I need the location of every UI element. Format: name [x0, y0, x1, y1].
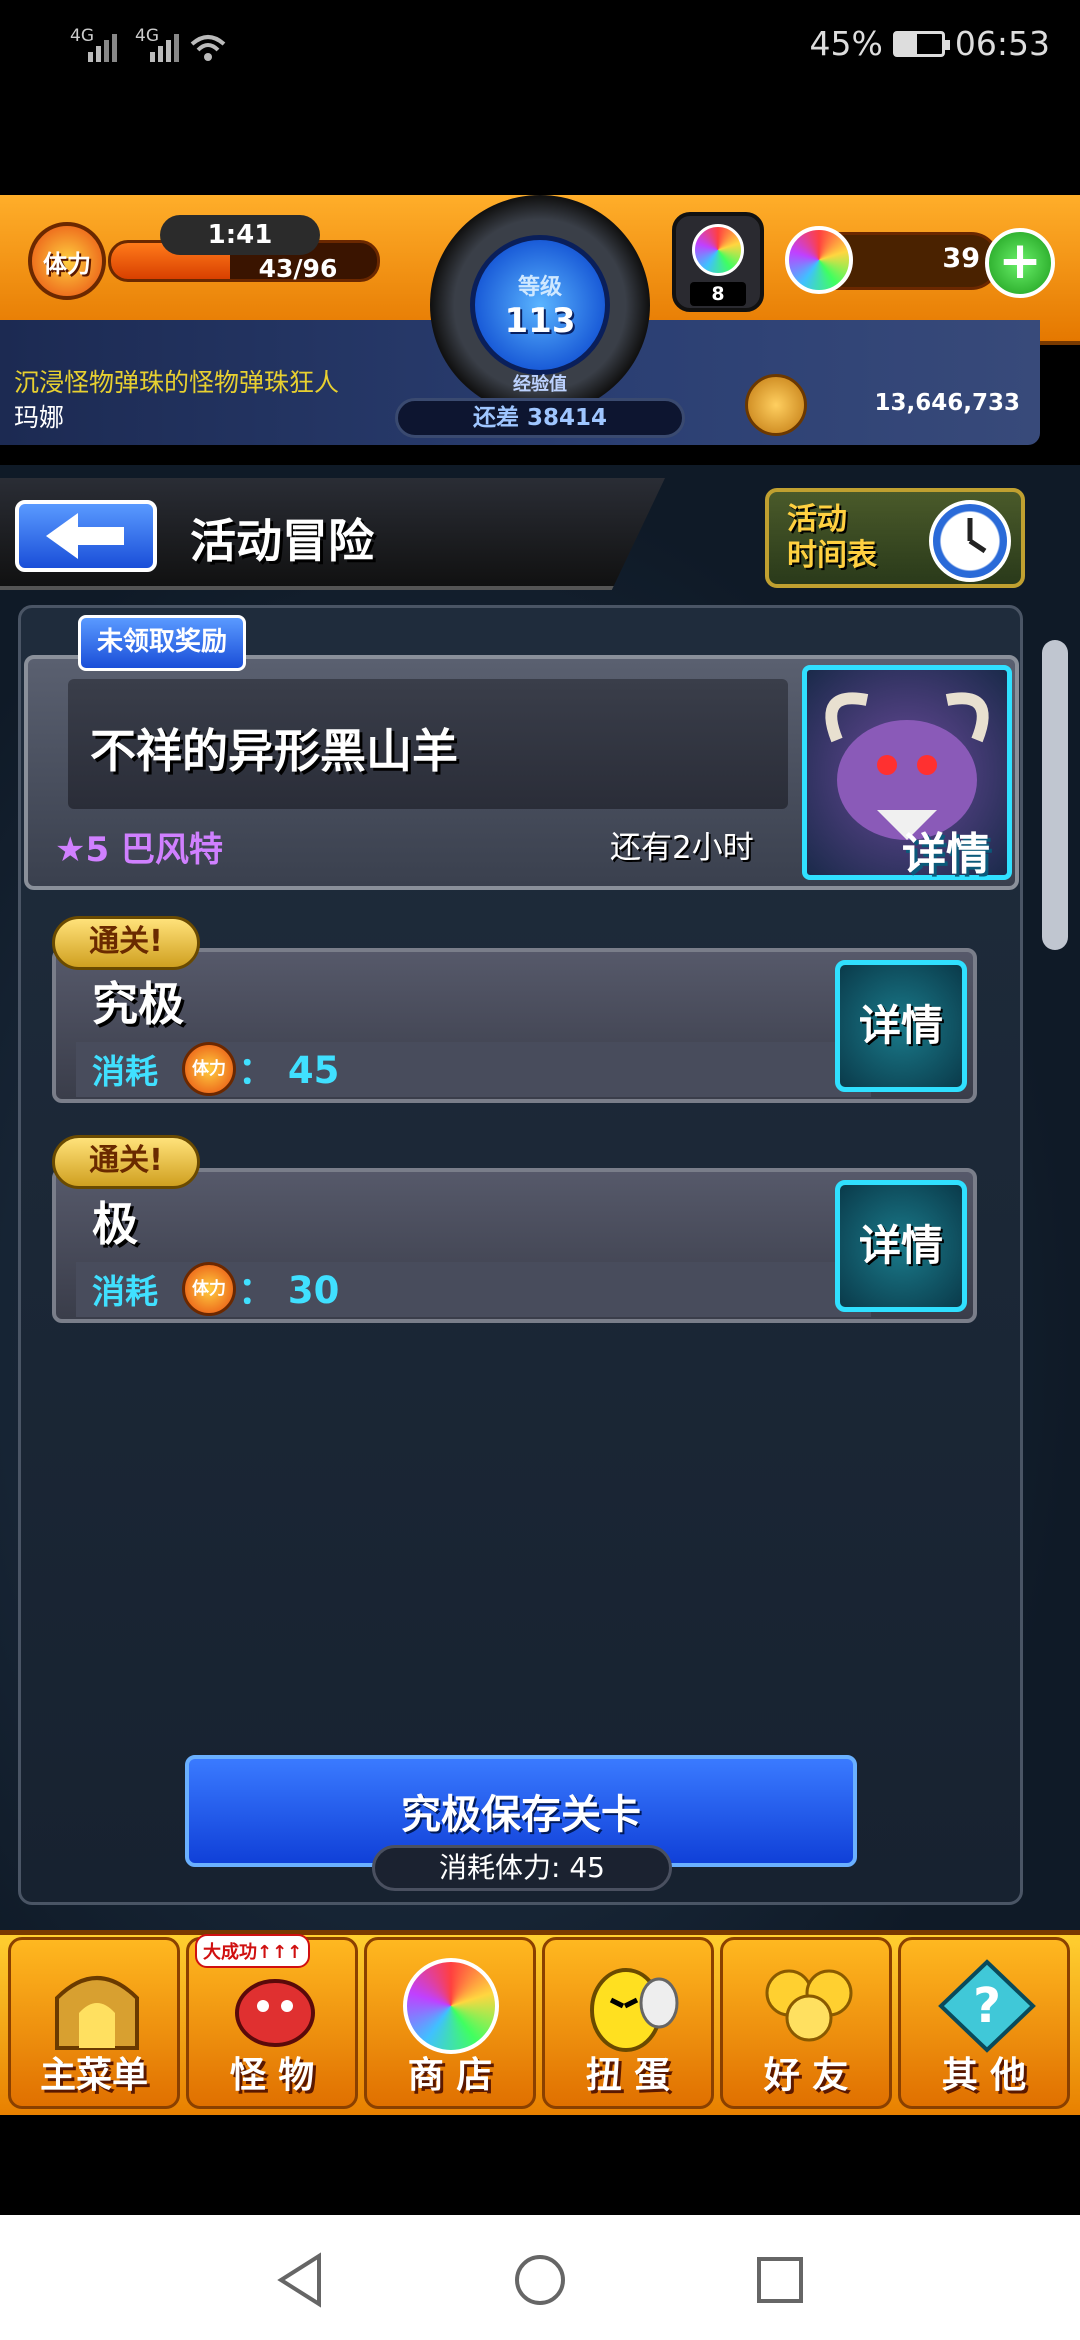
circle-home-icon [515, 2255, 565, 2305]
coin-icon [745, 374, 807, 436]
quest-cost: ： 30 [238, 1269, 340, 1312]
gem-orb-icon [785, 226, 853, 294]
rainbow-orb-icon [403, 1958, 499, 2054]
cleared-tag: 通关! [52, 916, 200, 970]
system-back-button[interactable] [270, 2250, 330, 2310]
success-badge: 大成功↑↑↑ [195, 1934, 311, 1968]
nav-label: 商 店 [407, 2055, 493, 2096]
nav-gacha[interactable]: 扭 蛋 [542, 1937, 714, 2109]
orb-stock-count: 8 [690, 282, 746, 306]
cleared-tag: 通关! [52, 1135, 200, 1189]
save-stage-cost: 消耗体力: 45 [372, 1845, 672, 1891]
rainbow-orb-icon [692, 224, 744, 276]
back-button[interactable] [15, 500, 157, 572]
page-title: 活动冒险 [190, 514, 374, 568]
stamina-cost-icon: 体力 [182, 1042, 236, 1096]
question-diamond-icon: ? [938, 1959, 1036, 2053]
cost-label: 消耗 [92, 1272, 158, 1311]
event-detail-label[interactable]: 详情 [902, 818, 990, 882]
nav-label: 好 友 [763, 2055, 849, 2096]
event-title: 不祥的异形黑山羊 [90, 724, 458, 778]
nav-monsters[interactable]: 怪 物 大成功↑↑↑ [186, 1934, 358, 2109]
quest-name: 极 [92, 1197, 138, 1251]
event-remaining-time: 还有2小时 [610, 830, 754, 866]
schedule-label: 活动 时间表 [787, 502, 877, 573]
castle-gate-icon [55, 1976, 139, 2050]
battery-percent: 45% [809, 24, 883, 63]
svg-text:?: ? [973, 1978, 1001, 2034]
nav-label: 主菜单 [39, 2055, 148, 2096]
yellow-egg-icon [590, 1968, 679, 2052]
exp-box: 经验值 还差 38414 [395, 370, 685, 440]
clock-time: 06:53 [954, 24, 1050, 63]
gem-count: 39 [942, 243, 980, 274]
scrollbar[interactable] [1042, 640, 1068, 950]
nav-shop[interactable]: 商 店 [364, 1937, 536, 2109]
clock-icon [929, 500, 1011, 582]
screen-top-gap [0, 96, 1080, 195]
ticker-line-2: 玛娜 [14, 403, 65, 432]
add-gems-button[interactable]: + [985, 228, 1055, 298]
exp-label: 经验值 [513, 374, 567, 395]
ticker-line-1: 沉浸怪物弹珠的怪物弹珠狂人 [14, 368, 340, 397]
friends-balloon-icon [765, 1969, 853, 2042]
level-label: 等级 [517, 275, 562, 300]
system-recents-button[interactable] [750, 2250, 810, 2310]
stamina-icon: 体力 [28, 222, 106, 300]
event-schedule-button[interactable]: 活动 时间表 [765, 488, 1025, 588]
triangle-back-icon [277, 2252, 321, 2308]
nav-label: 扭 蛋 [585, 2055, 671, 2096]
nav-friends[interactable]: 好 友 [720, 1937, 892, 2109]
quest-cost: ： 45 [238, 1049, 340, 1092]
coin-count: 13,646,733 [874, 390, 1020, 416]
quest-detail-button[interactable]: 详情 [835, 1180, 967, 1312]
orb-stock-box[interactable]: 8 [672, 212, 764, 312]
battery-icon [892, 30, 950, 57]
nav-label: 怪 物 [229, 2055, 315, 2096]
red-dragon-icon [235, 1979, 315, 2047]
nav-label: 其 他 [941, 2055, 1027, 2096]
cost-label: 消耗 [92, 1052, 158, 1091]
stamina-timer: 1:41 [160, 215, 320, 255]
signal-icon [88, 34, 226, 62]
status-bar: 4G 4G 45% 06:53 [0, 0, 1080, 96]
quest-detail-button[interactable]: 详情 [835, 960, 967, 1092]
back-arrow-icon [46, 513, 124, 559]
quest-name: 究极 [92, 977, 184, 1031]
event-boss-info: ★5 巴风特 [55, 830, 223, 870]
nav-main-menu[interactable]: 主菜单 [8, 1937, 180, 2109]
bottom-black-gap [0, 2115, 1080, 2215]
unclaimed-reward-tag: 未领取奖励 [78, 615, 246, 671]
save-stage-label: 究极保存关卡 [401, 1792, 641, 1838]
system-home-button[interactable] [510, 2250, 570, 2310]
square-recents-icon [757, 2257, 803, 2303]
level-value: 113 [504, 301, 576, 341]
exp-remaining: 还差 38414 [395, 398, 685, 438]
status-right: 45% 06:53 [810, 24, 1050, 63]
stamina-cost-icon: 体力 [182, 1262, 236, 1316]
nav-other[interactable]: ? 其 他 [898, 1937, 1070, 2109]
stamina-value: 43/96 [258, 254, 338, 283]
